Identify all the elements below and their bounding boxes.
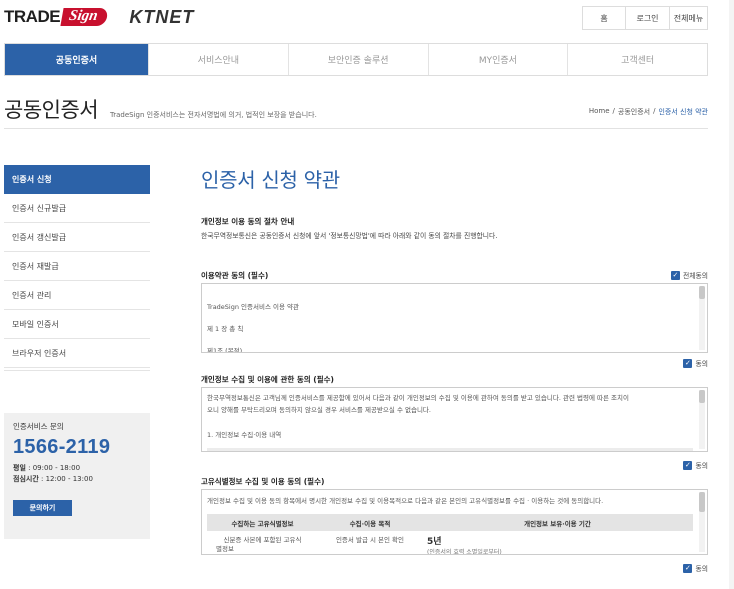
table-header-cell: 개인정보 보유·이용 기간 <box>524 519 591 528</box>
intro-text: 한국무역정보통신은 공동인증서 신청에 앞서 '정보통신망법'에 따라 아래와 … <box>201 232 498 240</box>
ktnet-logo[interactable]: KTNET <box>129 7 194 28</box>
nav-item-customer-center[interactable]: 고객센터 <box>567 44 707 75</box>
nav-item-certificate[interactable]: 공동인증서 <box>5 44 148 75</box>
table-cell-text: 별정보 <box>216 545 234 553</box>
inquiry-button[interactable]: 문의하기 <box>13 500 72 516</box>
page-title: 공동인증서 <box>4 98 99 122</box>
table-cell-info: 신분증 사본에 포함된 고유식 별정보 <box>207 531 318 554</box>
sidebar-item-browser[interactable]: 브라우저 인증서 <box>4 339 150 368</box>
weekday-hours: : 09:00 - 18:00 <box>28 464 81 472</box>
table-header-cell: 수집·이용 목적 <box>349 519 391 528</box>
unique-id-scrollbar[interactable] <box>699 492 705 552</box>
check-all-label: 전체동의 <box>682 272 708 280</box>
breadcrumb-current: 인증서 신청 약관 <box>658 108 708 116</box>
unique-id-agree[interactable]: ✓ 동의 <box>683 563 708 573</box>
table-cell-purpose: 인증서 발급 시 본인 확인 <box>335 536 405 544</box>
nav-item-service-info[interactable]: 서비스안내 <box>148 44 288 75</box>
terms-line: 제 1 장 총 칙 <box>207 325 244 333</box>
page-scrollbar[interactable] <box>729 0 734 589</box>
sidebar-item-mobile[interactable]: 모바일 인증서 <box>4 310 150 339</box>
terms-scrollbar[interactable] <box>699 286 705 350</box>
privacy-textbox[interactable]: 한국무역정보통신은 고객님께 인증서비스를 제공함에 있어서 다음과 같이 개인… <box>201 387 708 452</box>
privacy-agree-label: 동의 <box>695 462 708 470</box>
tradesign-logo[interactable]: TRADE Sign <box>4 7 110 27</box>
sidebar-item-new-issue[interactable]: 인증서 신규발급 <box>4 194 150 223</box>
privacy-line: 오니 양해를 부탁드리오며 동의하지 않으실 경우 서비스를 제공받으실 수 없… <box>207 406 431 414</box>
unique-id-heading: 고유식별정보 수집 및 이용 동의 (필수) <box>201 477 325 486</box>
privacy-agree[interactable]: ✓ 동의 <box>683 460 708 470</box>
nav-item-my-certificate[interactable]: MY인증서 <box>427 44 568 75</box>
nav-item-security-solution[interactable]: 보안인증 솔루션 <box>287 44 428 75</box>
lunch-label: 점심시간 <box>13 475 39 483</box>
sidebar-item-renew[interactable]: 인증서 갱신발급 <box>4 223 150 252</box>
breadcrumb: Home / 공동인증서 / 인증서 신청 약관 <box>589 107 708 117</box>
sidebar-item-reissue[interactable]: 인증서 재발급 <box>4 252 150 281</box>
terms-agree-label: 동의 <box>695 360 708 368</box>
weekday-label: 평일 <box>13 464 26 472</box>
top-utility-menu: 홈 로그인 전체메뉴 <box>582 6 708 30</box>
main-title: 인증서 신청 약관 <box>201 168 340 192</box>
checkmark-icon[interactable]: ✓ <box>683 358 693 368</box>
breadcrumb-separator: / <box>612 107 615 115</box>
all-menu-button[interactable]: 전체메뉴 <box>669 6 708 30</box>
logo[interactable]: TRADE Sign KTNET <box>4 2 194 32</box>
intro-heading: 개인정보 이용 동의 절차 안내 <box>201 217 295 226</box>
unique-id-agree-label: 동의 <box>695 565 708 573</box>
privacy-scrollbar[interactable] <box>699 390 705 449</box>
sidebar-item-apply[interactable]: 인증서 신청 <box>4 165 150 194</box>
contact-box: 인증서비스 문의 1566-2119 평일 : 09:00 - 18:00 점심… <box>4 413 150 539</box>
unique-id-textbox[interactable]: 개인정보 수집 및 이용 동의 항목에서 명시한 개인정보 수집 및 이용목적으… <box>201 489 708 555</box>
breadcrumb-section[interactable]: 공동인증서 <box>618 107 650 117</box>
login-button[interactable]: 로그인 <box>625 6 670 30</box>
table-cell-text: 신분증 사본에 포함된 고유식 <box>223 536 302 544</box>
contact-hours: 평일 : 09:00 - 18:00 점심시간 : 12:00 - 13:00 <box>13 463 141 485</box>
table-cell-period: 5년 (인증서의 효력 소멸일로부터) <box>422 531 693 555</box>
sidebar-item-manage[interactable]: 인증서 관리 <box>4 281 150 310</box>
logo-trade-text: TRADE <box>4 7 61 26</box>
checkmark-icon[interactable]: ✓ <box>670 270 680 280</box>
breadcrumb-separator: / <box>653 107 656 115</box>
home-button[interactable]: 홈 <box>582 6 626 30</box>
page-subtitle: TradeSign 인증서비스는 전자서명법에 의거, 법적인 보장을 받습니다… <box>110 111 317 119</box>
unique-id-table: 수집하는 고유식별정보 수집·이용 목적 개인정보 보유·이용 기간 신분증 사… <box>207 514 693 555</box>
logo-sign-text: Sign <box>60 8 110 26</box>
unique-id-line: 개인정보 수집 및 이용 동의 항목에서 명시한 개인정보 수집 및 이용목적으… <box>207 497 604 505</box>
privacy-heading: 개인정보 수집 및 이용에 관한 동의 (필수) <box>201 375 334 384</box>
sidebar: 인증서 신청 인증서 신규발급 인증서 갱신발급 인증서 재발급 인증서 관리 … <box>4 165 150 368</box>
terms-agree[interactable]: ✓ 동의 <box>683 358 708 368</box>
privacy-line: 1. 개인정보 수집·이용 내역 <box>207 431 282 439</box>
period-value: 5년 <box>427 537 442 547</box>
period-note: (인증서의 효력 소멸일로부터) <box>427 549 502 555</box>
scrollbar-thumb[interactable] <box>699 390 705 403</box>
terms-line: TradeSign 인증서비스 이용 약관 <box>207 303 299 311</box>
main-nav: 공동인증서 서비스안내 보안인증 솔루션 MY인증서 고객센터 <box>4 43 708 76</box>
scrollbar-thumb[interactable] <box>699 286 705 299</box>
breadcrumb-home[interactable]: Home <box>589 107 610 117</box>
terms-textbox[interactable]: TradeSign 인증서비스 이용 약관 제 1 장 총 칙 제1조 (목적) <box>201 283 708 353</box>
checkmark-icon[interactable]: ✓ <box>683 563 693 573</box>
table-header-cell: 수집하는 고유식별정보 <box>231 519 294 528</box>
table-row: 신분증 사본에 포함된 고유식 별정보 인증서 발급 시 본인 확인 5년 (인… <box>207 531 693 555</box>
checkmark-icon[interactable]: ✓ <box>683 460 693 470</box>
title-divider <box>4 128 708 129</box>
check-all[interactable]: ✓ 전체동의 <box>670 270 708 280</box>
terms-heading: 이용약관 동의 (필수) <box>201 271 269 280</box>
terms-line: 제1조 (목적) <box>207 347 243 353</box>
contact-phone: 1566-2119 <box>13 436 111 458</box>
scrollbar-thumb[interactable] <box>699 492 705 512</box>
lunch-hours: : 12:00 - 13:00 <box>41 475 93 483</box>
sidebar-divider <box>4 370 150 371</box>
privacy-line: 한국무역정보통신은 고객님께 인증서비스를 제공함에 있어서 다음과 같이 개인… <box>207 394 629 402</box>
privacy-table-peek <box>207 448 693 451</box>
table-header: 수집하는 고유식별정보 수집·이용 목적 개인정보 보유·이용 기간 <box>207 514 693 531</box>
contact-label: 인증서비스 문의 <box>13 422 64 431</box>
